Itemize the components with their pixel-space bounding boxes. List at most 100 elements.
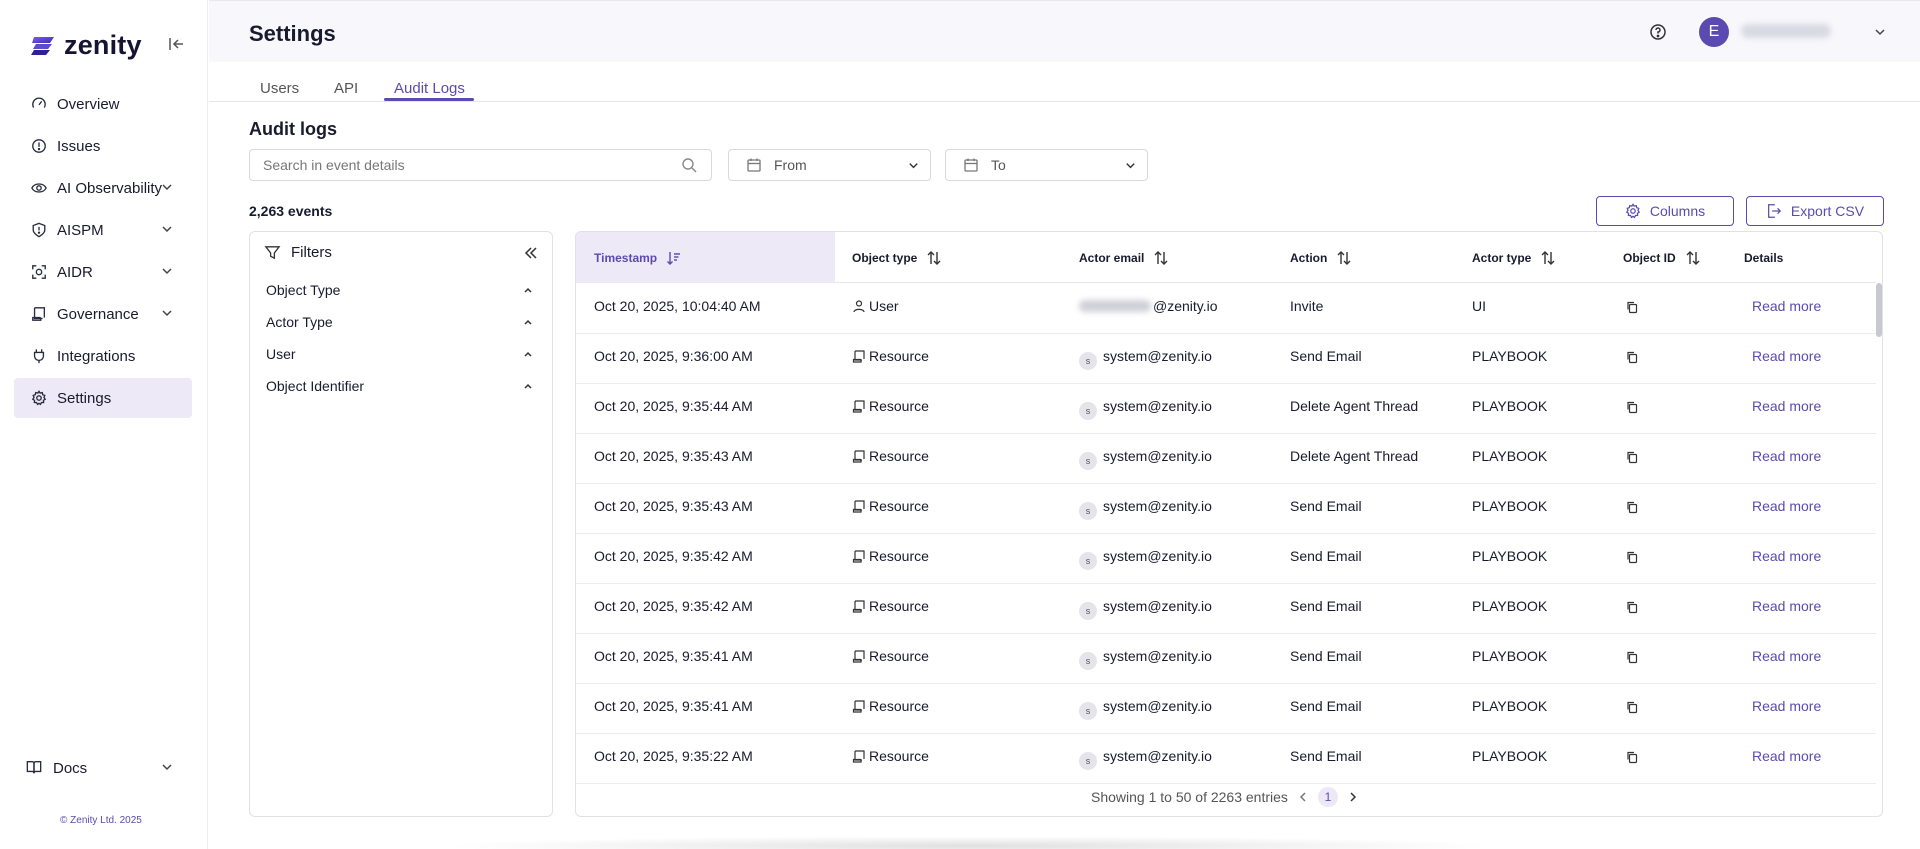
export-csv-button[interactable]: Export CSV (1746, 196, 1884, 226)
active-tab-indicator (384, 98, 474, 101)
columns-button[interactable]: Columns (1596, 196, 1734, 226)
sidebar-item-aispm[interactable]: AISPM (14, 210, 192, 250)
tab-audit-logs[interactable]: Audit Logs (394, 80, 465, 97)
column-header-actor-type[interactable]: Actor type (1472, 232, 1556, 283)
copy-icon[interactable] (1625, 650, 1639, 664)
column-header-action[interactable]: Action (1290, 232, 1352, 283)
zenity-logo-icon (31, 36, 54, 55)
copy-icon[interactable] (1625, 400, 1639, 414)
read-more-link[interactable]: Read more (1752, 298, 1821, 314)
sidebar-item-governance[interactable]: Governance (14, 294, 192, 334)
scroll-icon (30, 305, 48, 323)
help-icon[interactable] (1649, 23, 1667, 41)
copy-icon[interactable] (1625, 750, 1639, 764)
actor-email-value: system@zenity.io (1103, 348, 1212, 364)
column-header-object-type[interactable]: Object type (852, 232, 942, 283)
filters-header: Filters (264, 244, 332, 261)
filter-actor-type[interactable]: Actor Type (266, 314, 538, 330)
collapse-sidebar-icon[interactable] (166, 34, 186, 54)
table-row: Oct 20, 2025, 9:35:42 AM Resource s system@… (576, 584, 1876, 634)
object-type-cell: Resource (852, 598, 929, 614)
action-cell: Send Email (1290, 498, 1362, 514)
actor-type-cell: PLAYBOOK (1472, 498, 1548, 514)
sidebar-item-settings[interactable]: Settings (14, 378, 192, 418)
pagination-summary: Showing 1 to 50 of 2263 entries (1091, 789, 1288, 805)
system-badge: s (1079, 752, 1097, 770)
chevrons-left-icon[interactable] (522, 244, 540, 262)
read-more-link[interactable]: Read more (1752, 398, 1821, 414)
sidebar-item-overview[interactable]: Overview (14, 84, 192, 124)
brand-name: zenity (64, 30, 142, 60)
user-name-redacted[interactable] (1741, 24, 1831, 38)
resource-icon (852, 600, 865, 613)
page-number-current[interactable]: 1 (1317, 787, 1338, 807)
from-date-select[interactable]: From (728, 149, 931, 181)
copy-icon[interactable] (1625, 700, 1639, 714)
copy-icon[interactable] (1625, 600, 1639, 614)
action-cell: Delete Agent Thread (1290, 448, 1419, 464)
column-header-timestamp[interactable]: Timestamp (576, 232, 835, 283)
action-cell: Send Email (1290, 548, 1362, 564)
read-more-link[interactable]: Read more (1752, 548, 1821, 564)
sort-descending-icon (667, 251, 681, 265)
table-row: Oct 20, 2025, 9:35:41 AM Resource s system@… (576, 684, 1876, 734)
actor-email-cell: s system@zenity.io (1079, 598, 1212, 620)
actor-email-value: system@zenity.io (1103, 648, 1212, 664)
sort-icon (1686, 250, 1700, 265)
read-more-link[interactable]: Read more (1752, 498, 1821, 514)
table-scrollbar[interactable] (1876, 283, 1882, 337)
filter-user[interactable]: User (266, 346, 538, 362)
system-badge: s (1079, 502, 1097, 520)
column-header-actor-email[interactable]: Actor email (1079, 232, 1169, 283)
chevron-down-icon (162, 310, 172, 317)
read-more-link[interactable]: Read more (1752, 648, 1821, 664)
read-more-link[interactable]: Read more (1752, 448, 1821, 464)
column-header-object-id[interactable]: Object ID (1623, 232, 1701, 283)
column-label: Object ID (1623, 250, 1676, 265)
action-cell: Send Email (1290, 348, 1362, 364)
read-more-link[interactable]: Read more (1752, 348, 1821, 364)
chevron-down-icon[interactable] (1873, 25, 1887, 39)
resource-icon (852, 550, 865, 563)
filter-object-type[interactable]: Object Type (266, 282, 538, 298)
avatar[interactable]: E (1699, 17, 1729, 47)
sidebar-item-integrations[interactable]: Integrations (14, 336, 192, 376)
actor-type-cell: PLAYBOOK (1472, 348, 1548, 364)
user-icon (853, 300, 865, 313)
tab-users[interactable]: Users (260, 80, 299, 97)
filters-title: Filters (291, 244, 332, 261)
table-row: Oct 20, 2025, 10:04:40 AM User @zenity.io I… (576, 284, 1876, 334)
copy-icon[interactable] (1625, 550, 1639, 564)
read-more-link[interactable]: Read more (1752, 598, 1821, 614)
resource-icon (852, 750, 865, 763)
sidebar-item-label: Overview (57, 95, 120, 113)
action-cell: Delete Agent Thread (1290, 398, 1419, 414)
book-icon (26, 759, 44, 777)
copy-icon[interactable] (1625, 300, 1639, 314)
search-input[interactable] (249, 149, 712, 181)
to-date-select[interactable]: To (945, 149, 1148, 181)
read-more-link[interactable]: Read more (1752, 748, 1821, 764)
actor-email-value: @zenity.io (1153, 298, 1218, 314)
column-header-details: Details (1744, 232, 1783, 283)
logo[interactable]: zenity (30, 30, 142, 61)
sidebar-item-aidr[interactable]: AIDR (14, 252, 192, 292)
sidebar-item-issues[interactable]: Issues (14, 126, 192, 166)
copy-icon[interactable] (1625, 500, 1639, 514)
object-type-cell: Resource (852, 648, 929, 664)
actor-email-cell: s system@zenity.io (1079, 348, 1212, 370)
timestamp-cell: Oct 20, 2025, 9:35:42 AM (594, 598, 753, 614)
read-more-link[interactable]: Read more (1752, 698, 1821, 714)
sidebar-item-docs[interactable]: Docs (14, 748, 192, 788)
sidebar-item-ai-observability[interactable]: AI Observability (14, 168, 192, 208)
copy-icon[interactable] (1625, 350, 1639, 364)
timestamp-cell: Oct 20, 2025, 9:35:42 AM (594, 548, 753, 564)
chevron-right-icon[interactable] (1346, 790, 1360, 804)
chevron-down-icon (909, 163, 918, 169)
sidebar-item-label: AIDR (57, 263, 93, 281)
tab-api[interactable]: API (334, 80, 358, 97)
pagination: Showing 1 to 50 of 2263 entries 1 (1091, 787, 1368, 807)
chevron-left-icon[interactable] (1296, 790, 1310, 804)
copy-icon[interactable] (1625, 450, 1639, 464)
filter-object-identifier[interactable]: Object Identifier (266, 378, 538, 394)
